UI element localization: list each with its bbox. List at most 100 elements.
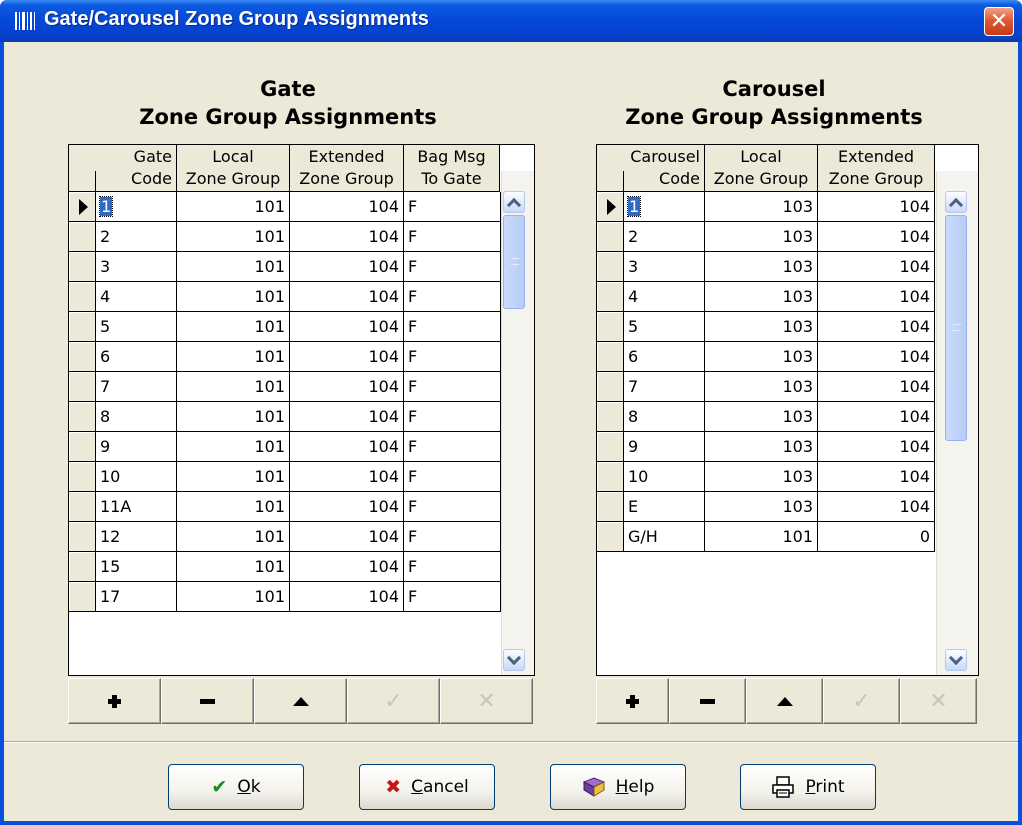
gate-cell[interactable]: 104 xyxy=(290,312,404,342)
gate-cell[interactable]: 1 xyxy=(96,192,177,222)
gate-cell[interactable]: 12 xyxy=(96,522,177,552)
carousel-col-header-extended[interactable]: Extended Zone Group xyxy=(818,145,935,192)
carousel-cell[interactable]: E xyxy=(624,492,705,522)
carousel-row-indicator[interactable] xyxy=(597,282,624,312)
carousel-row-indicator[interactable] xyxy=(597,372,624,402)
carousel-cell[interactable]: 104 xyxy=(818,252,935,282)
carousel-row-indicator[interactable] xyxy=(597,192,624,222)
gate-post-button[interactable]: ✓ xyxy=(347,678,440,724)
cancel-button[interactable]: ✖ Cancel xyxy=(359,764,495,810)
carousel-row-indicator[interactable] xyxy=(597,522,624,552)
gate-cell[interactable]: F xyxy=(404,432,501,462)
carousel-insert-button[interactable] xyxy=(596,678,669,724)
gate-cell[interactable]: F xyxy=(404,522,501,552)
carousel-cell[interactable]: 104 xyxy=(818,372,935,402)
gate-cell[interactable]: 104 xyxy=(290,342,404,372)
carousel-scroll-down-button[interactable] xyxy=(945,649,967,671)
carousel-cell[interactable]: G/H xyxy=(624,522,705,552)
gate-cancel-edit-button[interactable]: ✕ xyxy=(440,678,533,724)
gate-row-indicator[interactable] xyxy=(69,552,96,582)
carousel-cell[interactable]: 3 xyxy=(624,252,705,282)
gate-cell[interactable]: F xyxy=(404,312,501,342)
gate-cell[interactable]: 11A xyxy=(96,492,177,522)
carousel-cell[interactable]: 103 xyxy=(705,432,818,462)
gate-col-header-extended[interactable]: Extended Zone Group xyxy=(290,145,404,192)
carousel-row-indicator[interactable] xyxy=(597,402,624,432)
gate-cell[interactable]: 10 xyxy=(96,462,177,492)
carousel-row-indicator[interactable] xyxy=(597,462,624,492)
carousel-row-indicator[interactable] xyxy=(597,342,624,372)
gate-cell[interactable]: 7 xyxy=(96,372,177,402)
gate-row-indicator[interactable] xyxy=(69,222,96,252)
gate-cell[interactable]: 101 xyxy=(177,282,290,312)
close-button[interactable]: ✕ xyxy=(984,7,1014,36)
gate-cell[interactable]: F xyxy=(404,192,501,222)
gate-cell[interactable]: F xyxy=(404,222,501,252)
gate-cell[interactable]: 104 xyxy=(290,282,404,312)
gate-cell[interactable]: F xyxy=(404,342,501,372)
carousel-row-indicator[interactable] xyxy=(597,312,624,342)
carousel-cell[interactable]: 103 xyxy=(705,252,818,282)
gate-cell[interactable]: 101 xyxy=(177,372,290,402)
carousel-row-indicator[interactable] xyxy=(597,492,624,522)
carousel-col-header-local[interactable]: Local Zone Group xyxy=(705,145,818,192)
gate-cell[interactable]: 104 xyxy=(290,402,404,432)
gate-cell[interactable]: 8 xyxy=(96,402,177,432)
gate-cell[interactable]: F xyxy=(404,552,501,582)
gate-cell[interactable]: 101 xyxy=(177,252,290,282)
carousel-cell[interactable]: 9 xyxy=(624,432,705,462)
carousel-cell[interactable]: 104 xyxy=(818,192,935,222)
carousel-scroll-thumb[interactable] xyxy=(945,215,967,441)
carousel-vertical-scrollbar[interactable] xyxy=(936,171,978,675)
carousel-cell[interactable]: 10 xyxy=(624,462,705,492)
print-button[interactable]: Print xyxy=(740,764,876,810)
carousel-cell[interactable]: 103 xyxy=(705,342,818,372)
gate-row-indicator[interactable] xyxy=(69,432,96,462)
gate-cell[interactable]: 104 xyxy=(290,222,404,252)
gate-cell[interactable]: 104 xyxy=(290,582,404,612)
carousel-cell[interactable]: 5 xyxy=(624,312,705,342)
gate-cell[interactable]: 104 xyxy=(290,552,404,582)
gate-cell[interactable]: 9 xyxy=(96,432,177,462)
carousel-delete-button[interactable] xyxy=(669,678,746,724)
gate-cell[interactable]: 104 xyxy=(290,192,404,222)
carousel-cell[interactable]: 101 xyxy=(705,522,818,552)
gate-scroll-down-button[interactable] xyxy=(503,649,525,671)
carousel-cell[interactable]: 104 xyxy=(818,462,935,492)
gate-cell[interactable]: 101 xyxy=(177,222,290,252)
gate-cell[interactable]: 101 xyxy=(177,312,290,342)
carousel-cell[interactable]: 103 xyxy=(705,402,818,432)
gate-row-indicator[interactable] xyxy=(69,522,96,552)
gate-cell[interactable]: 2 xyxy=(96,222,177,252)
ok-button[interactable]: ✔ Ok xyxy=(168,764,304,810)
gate-row-indicator[interactable] xyxy=(69,312,96,342)
carousel-cell[interactable]: 104 xyxy=(818,222,935,252)
gate-cell[interactable]: F xyxy=(404,492,501,522)
carousel-grid[interactable]: Carousel Code Local Zone Group Extended … xyxy=(596,144,979,676)
gate-cell[interactable]: F xyxy=(404,582,501,612)
gate-cell[interactable]: F xyxy=(404,282,501,312)
gate-cell[interactable]: 101 xyxy=(177,192,290,222)
gate-cell[interactable]: 101 xyxy=(177,342,290,372)
gate-row-indicator[interactable] xyxy=(69,492,96,522)
gate-cell[interactable]: 4 xyxy=(96,282,177,312)
gate-scroll-thumb[interactable] xyxy=(503,215,525,309)
carousel-cell[interactable]: 1 xyxy=(624,192,705,222)
carousel-cell[interactable]: 7 xyxy=(624,372,705,402)
carousel-col-header-code[interactable]: Carousel Code xyxy=(624,145,705,192)
carousel-cell[interactable]: 104 xyxy=(818,402,935,432)
gate-col-header-code[interactable]: Gate Code xyxy=(96,145,177,192)
carousel-cell[interactable]: 103 xyxy=(705,492,818,522)
gate-cell[interactable]: 101 xyxy=(177,462,290,492)
carousel-cancel-edit-button[interactable]: ✕ xyxy=(900,678,977,724)
gate-vertical-scrollbar[interactable] xyxy=(501,171,534,675)
gate-row-indicator[interactable] xyxy=(69,402,96,432)
gate-cell[interactable]: 101 xyxy=(177,492,290,522)
gate-cell[interactable]: 6 xyxy=(96,342,177,372)
carousel-prior-button[interactable] xyxy=(746,678,823,724)
gate-row-indicator[interactable] xyxy=(69,282,96,312)
carousel-row-indicator[interactable] xyxy=(597,222,624,252)
gate-cell[interactable]: 104 xyxy=(290,252,404,282)
carousel-cell[interactable]: 104 xyxy=(818,492,935,522)
carousel-cell[interactable]: 103 xyxy=(705,192,818,222)
